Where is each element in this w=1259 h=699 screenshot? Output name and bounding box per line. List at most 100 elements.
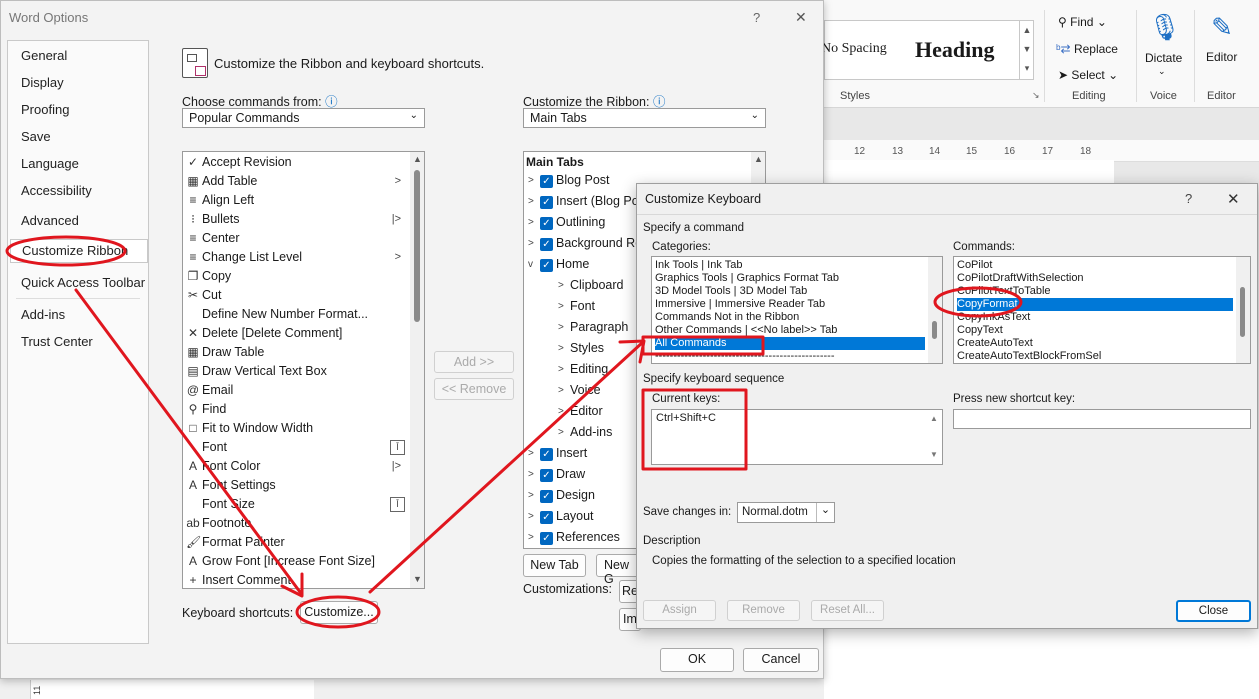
category-item[interactable]: Immersive | Immersive Reader Tab — [655, 298, 925, 311]
checkbox[interactable]: ✓ — [540, 238, 553, 251]
keyboard-command-item[interactable]: CoPilot — [957, 259, 1233, 272]
nav-save[interactable]: Save — [21, 129, 51, 144]
category-item[interactable]: 3D Model Tools | 3D Model Tab — [655, 285, 925, 298]
nav-display[interactable]: Display — [21, 75, 64, 90]
chevron-right-icon[interactable]: > — [528, 238, 534, 249]
dictate-button[interactable]: Dictate — [1145, 51, 1182, 65]
command-list-item[interactable]: @ Email — [185, 382, 409, 401]
nav-customize-ribbon[interactable]: Customize Ribbon — [10, 239, 148, 263]
commands-list[interactable]: ▲ ▼ ✓ Accept Revision ▦ Add Table > ≡ Align Le… — [182, 151, 425, 589]
add-button[interactable]: Add >> — [434, 351, 514, 373]
close-dialog-button[interactable]: Close — [1176, 600, 1251, 622]
nav-language[interactable]: Language — [21, 156, 79, 171]
command-list-item[interactable]: Font Ī — [185, 439, 409, 458]
chevron-right-icon[interactable]: > — [558, 364, 564, 375]
command-list-item[interactable]: ❐ Copy — [185, 268, 409, 287]
help-button[interactable]: ? — [1185, 191, 1192, 206]
command-list-item[interactable]: 🖌 Format Painter — [185, 534, 409, 553]
assign-button[interactable]: Assign — [643, 600, 716, 621]
chevron-right-icon[interactable]: > — [558, 343, 564, 354]
nav-quick-access-toolbar[interactable]: Quick Access Toolbar — [21, 275, 145, 290]
command-list-item[interactable]: □ Fit to Window Width — [185, 420, 409, 439]
command-list-item[interactable]: ≡ Align Left — [185, 192, 409, 211]
command-list-item[interactable]: ▦ Draw Table — [185, 344, 409, 363]
categories-list[interactable]: Ink Tools | Ink Tab Graphics Tools | Grap… — [651, 256, 943, 364]
nav-accessibility[interactable]: Accessibility — [21, 183, 92, 198]
select-button[interactable]: ➤ Select ⌄ — [1058, 68, 1118, 82]
category-item[interactable]: Other Commands | <<No label>> Tab — [655, 324, 925, 337]
close-icon[interactable]: ✕ — [1227, 190, 1240, 208]
choose-commands-select[interactable]: Popular Commands ⌄ — [182, 108, 425, 128]
chevron-right-icon[interactable]: > — [558, 385, 564, 396]
styles-scroll[interactable]: ▲ ▼ ▾ — [1019, 21, 1034, 79]
current-keys-list[interactable]: Ctrl+Shift+C ▲ ▼ — [651, 409, 943, 465]
microphone-icon[interactable]: 🎙 — [1148, 12, 1181, 46]
dialog-launcher-icon[interactable]: ↘ — [1032, 90, 1040, 101]
keyboard-commands-list[interactable]: CoPilot CoPilotDraftWithSelection CoPilotT… — [953, 256, 1251, 364]
checkbox[interactable]: ✓ — [540, 490, 553, 503]
chevron-right-icon[interactable]: > — [528, 196, 534, 207]
chevron-right-icon[interactable]: > — [558, 322, 564, 333]
chevron-right-icon[interactable]: > — [528, 490, 534, 501]
keyboard-command-item[interactable]: CoPilotDraftWithSelection — [957, 272, 1233, 285]
customize-keyboard-button[interactable]: Customize... — [300, 601, 378, 624]
checkbox[interactable]: ✓ — [540, 175, 553, 188]
nav-proofing[interactable]: Proofing — [21, 102, 69, 117]
replace-button[interactable]: ᵇ⇄ Replace — [1056, 42, 1118, 56]
style-heading[interactable]: Heading — [915, 37, 994, 63]
nav-advanced[interactable]: Advanced — [21, 213, 79, 228]
keyboard-command-item[interactable]: CreateAutoTextBlockFromSel — [957, 350, 1233, 363]
editor-pen-icon[interactable]: ✎ — [1206, 12, 1238, 46]
keyboard-command-item[interactable]: CoPilotTextToTable — [957, 285, 1233, 298]
styles-gallery[interactable]: No Spacing Heading ▲ ▼ ▾ — [821, 20, 1034, 80]
scrollbar[interactable] — [1236, 257, 1250, 363]
scrollbar[interactable] — [928, 257, 942, 363]
checkbox[interactable]: ✓ — [540, 259, 553, 272]
keyboard-command-item[interactable]: CopyText — [957, 324, 1233, 337]
chevron-right-icon[interactable]: > — [528, 511, 534, 522]
style-no-spacing[interactable]: No Spacing — [821, 41, 887, 57]
scrollbar[interactable]: ▲ ▼ — [410, 152, 424, 588]
checkbox[interactable]: ✓ — [540, 196, 553, 209]
category-item[interactable]: ----------------------------------------… — [655, 350, 925, 363]
customize-ribbon-select[interactable]: Main Tabs ⌄ — [523, 108, 766, 128]
new-tab-button[interactable]: New Tab — [523, 554, 586, 577]
chevron-right-icon[interactable]: > — [528, 532, 534, 543]
chevron-right-icon[interactable]: > — [558, 406, 564, 417]
command-list-item[interactable]: ▦ Add Table > — [185, 173, 409, 192]
keyboard-command-item[interactable]: CopyFormat — [957, 298, 1233, 311]
close-button[interactable]: ✕ — [795, 9, 807, 26]
nav-trust-center[interactable]: Trust Center — [21, 334, 93, 349]
reset-all-button[interactable]: Reset All... — [811, 600, 884, 621]
command-list-item[interactable]: + Insert Comment — [185, 572, 409, 588]
command-list-item[interactable]: ▤ Draw Vertical Text Box — [185, 363, 409, 382]
ok-button[interactable]: OK — [660, 648, 734, 672]
checkbox[interactable]: ✓ — [540, 469, 553, 482]
remove-key-button[interactable]: Remove — [727, 600, 800, 621]
command-list-item[interactable]: A Font Settings — [185, 477, 409, 496]
current-key-item[interactable]: Ctrl+Shift+C — [656, 412, 716, 424]
chevron-right-icon[interactable]: > — [528, 448, 534, 459]
find-button[interactable]: ⚲ Find ⌄ — [1058, 15, 1107, 29]
command-list-item[interactable]: Font Size Ī — [185, 496, 409, 515]
new-shortcut-input[interactable] — [953, 409, 1251, 429]
chevron-right-icon[interactable]: > — [558, 427, 564, 438]
command-list-item[interactable]: Define New Number Format... — [185, 306, 409, 325]
command-list-item[interactable]: ⁝ Bullets |> — [185, 211, 409, 230]
command-list-item[interactable]: A Grow Font [Increase Font Size] — [185, 553, 409, 572]
command-list-item[interactable]: ab Footnote — [185, 515, 409, 534]
category-item[interactable]: All Commands — [655, 337, 925, 350]
command-list-item[interactable]: ≡ Change List Level > — [185, 249, 409, 268]
chevron-right-icon[interactable]: > — [528, 469, 534, 480]
checkbox[interactable]: ✓ — [540, 448, 553, 461]
command-list-item[interactable]: ≡ Center — [185, 230, 409, 249]
command-list-item[interactable]: ⚲ Find — [185, 401, 409, 420]
category-item[interactable]: Graphics Tools | Graphics Format Tab — [655, 272, 925, 285]
command-list-item[interactable]: ✂ Cut — [185, 287, 409, 306]
nav-general[interactable]: General — [21, 48, 67, 63]
help-button[interactable]: ? — [753, 10, 760, 25]
checkbox[interactable]: ✓ — [540, 532, 553, 545]
remove-button[interactable]: << Remove — [434, 378, 514, 400]
chevron-right-icon[interactable]: > — [558, 301, 564, 312]
cancel-button[interactable]: Cancel — [743, 648, 819, 672]
